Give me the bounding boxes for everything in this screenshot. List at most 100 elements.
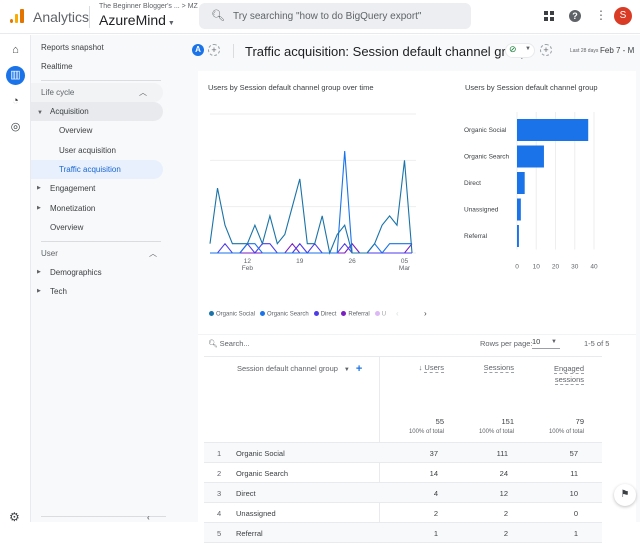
advertising-icon[interactable]: ◎ — [6, 118, 25, 137]
table-search-input[interactable]: 🔍︎ Search... — [208, 339, 250, 348]
x-tick-label: 30 — [571, 264, 579, 271]
row-channel: Organic Search — [236, 469, 289, 478]
report-status-chip[interactable]: ⊘ ▼ — [505, 43, 535, 58]
table-row[interactable]: 4 Unassigned 2 2 0 — [204, 503, 602, 523]
more-vert-icon[interactable]: ⋮ — [595, 9, 607, 21]
row-users: 37 — [429, 449, 438, 458]
row-users: 4 — [433, 489, 438, 498]
total-users-pct: 100% of total — [408, 429, 444, 435]
divider — [233, 44, 234, 58]
bar-chart-title: Users by Session default channel group — [465, 83, 598, 92]
category-label: Direct — [464, 180, 481, 187]
add-dimension-icon[interactable]: + — [356, 363, 362, 375]
legend-swatch — [313, 311, 319, 316]
legend-next-icon[interactable]: › — [424, 309, 427, 318]
comparison-badge[interactable]: A — [192, 44, 204, 56]
bar-unassigned — [517, 198, 521, 221]
nav-user-section[interactable]: User ︿ — [31, 244, 161, 263]
nav-realtime[interactable]: Realtime — [41, 57, 73, 76]
nav-user-label: User — [41, 249, 58, 258]
date-range-picker[interactable]: Feb 7 - M — [600, 46, 634, 55]
column-header-sessions-label: Sessions — [483, 363, 514, 373]
nav-engagement-label: Engagement — [50, 184, 96, 193]
page-title: Traffic acquisition: Session default cha… — [245, 44, 528, 59]
nav-acquisition-label: Acquisition — [50, 107, 89, 116]
x-tick-label: 26 — [349, 258, 357, 265]
rows-per-page-select[interactable]: 10 ▼ — [532, 337, 560, 349]
x-tick-sublabel: Feb — [242, 265, 254, 271]
nav-demographics[interactable]: ▶ Demographics — [31, 263, 161, 282]
legend-prev-icon[interactable]: ‹ — [396, 309, 399, 318]
main-content: A + Traffic acquisition: Session default… — [190, 35, 640, 543]
nav-overview[interactable]: Overview — [50, 218, 83, 237]
table-row[interactable]: 3 Direct 4 12 10 — [204, 483, 602, 503]
legend-item[interactable]: U — [374, 311, 387, 318]
nav-acquisition-overview[interactable]: Overview — [59, 121, 92, 140]
legend-item[interactable]: Organic Social — [209, 311, 255, 318]
sort-desc-icon: ↓ — [418, 363, 423, 372]
legend-item[interactable]: Direct — [313, 311, 336, 318]
nav-traffic-acquisition[interactable]: Traffic acquisition — [31, 160, 163, 179]
apps-grid-icon[interactable] — [544, 11, 555, 22]
date-range-label: Last 28 days — [570, 48, 599, 54]
help-icon[interactable]: ? — [569, 10, 581, 22]
caret-down-icon: ▼ — [551, 339, 557, 345]
nav-tech-label: Tech — [50, 287, 67, 296]
total-engaged-value: 79 — [575, 417, 584, 426]
nav-monetization[interactable]: ▶ Monetization — [31, 199, 161, 218]
legend-label: Referral — [348, 311, 370, 318]
add-comparison-icon[interactable]: + — [208, 44, 220, 56]
nav-engagement[interactable]: ▶ Engagement — [31, 179, 161, 198]
rows-per-page-label: Rows per page: — [480, 339, 533, 348]
property-selector[interactable]: AzureMind ▼ — [99, 12, 175, 28]
nav-user-acquisition[interactable]: User acquisition — [59, 141, 116, 160]
property-name: AzureMind — [99, 12, 166, 28]
series-line-organic-search — [210, 151, 412, 254]
total-users: 55 100% of total — [394, 417, 444, 435]
avatar[interactable]: S — [614, 7, 632, 25]
caret-down-icon: ▼ — [525, 46, 531, 52]
app-name: Analytics — [33, 9, 90, 25]
divider — [89, 6, 90, 28]
reports-icon[interactable]: ▥ — [6, 66, 25, 85]
line-chart-title: Users by Session default channel group o… — [208, 83, 374, 92]
legend-label: U — [381, 311, 387, 318]
dimension-header[interactable]: Session default channel group ▼ + — [237, 363, 362, 375]
home-icon[interactable]: ⌂ — [6, 41, 25, 60]
row-engaged: 0 — [573, 509, 578, 518]
legend-item[interactable]: Organic Search — [260, 311, 309, 318]
legend-item[interactable]: Referral — [341, 311, 370, 318]
report-header: A + Traffic acquisition: Session default… — [190, 35, 640, 69]
table-row[interactable]: 2 Organic Search 14 24 11 — [204, 463, 602, 483]
legend-swatch — [341, 311, 347, 316]
total-sessions-pct: 100% of total — [478, 429, 514, 435]
row-sessions: 24 — [499, 469, 508, 478]
nav-tech[interactable]: ▶ Tech — [31, 282, 161, 301]
column-header-users[interactable]: ↓ Users — [408, 363, 444, 373]
total-users-value: 55 — [435, 417, 444, 426]
table-row[interactable]: 5 Referral 1 2 1 — [204, 523, 602, 543]
column-header-sessions[interactable]: Sessions — [468, 363, 514, 373]
add-filter-icon[interactable]: + — [540, 44, 552, 56]
row-index: 5 — [217, 529, 222, 538]
collapse-nav-icon[interactable]: ‹ — [147, 513, 150, 522]
row-engaged: 1 — [573, 529, 578, 538]
explore-icon[interactable]: ◔ — [6, 92, 25, 111]
category-label: Organic Search — [464, 154, 510, 161]
nav-acquisition[interactable]: ▼ Acquisition — [31, 102, 163, 121]
feedback-icon[interactable]: ⚑ — [614, 484, 636, 506]
nav-reports-snapshot[interactable]: Reports snapshot — [41, 38, 104, 57]
account-breadcrumb[interactable]: The Beginner Blogger's ... > MZ — [99, 3, 198, 10]
column-header-engaged-sessions[interactable]: Engaged sessions — [538, 363, 584, 385]
row-users: 14 — [429, 469, 438, 478]
column-header-sessions2-label: sessions — [554, 375, 584, 385]
category-label: Organic Social — [464, 127, 507, 134]
table-row[interactable]: 1 Organic Social 37 111 57 — [204, 443, 602, 463]
nav-lifecycle-section[interactable]: Life cycle ︿ — [31, 83, 163, 102]
x-tick-label: 0 — [515, 264, 519, 271]
analytics-logo[interactable] — [10, 9, 24, 23]
column-header-users-label: Users — [424, 363, 444, 373]
check-circle-icon: ⊘ — [509, 44, 517, 54]
search-input[interactable]: 🔍︎ Try searching "how to do BigQuery exp… — [199, 3, 471, 29]
chevron-up-icon: ︿ — [139, 88, 147, 97]
